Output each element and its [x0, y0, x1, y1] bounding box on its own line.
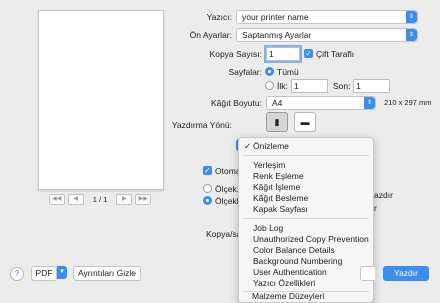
copies-field[interactable]: 1 [264, 45, 302, 63]
section-dropdown-menu: Önizleme Yerleşim Renk Eşleme Kâğıt İşle… [238, 137, 374, 303]
scale-to-fit-radio[interactable] [203, 196, 212, 205]
presets-label: Ön Ayarlar: [189, 30, 232, 40]
orientation-label: Yazdırma Yönü: [171, 120, 232, 130]
to-page-field[interactable]: 1 [353, 79, 390, 93]
pdf-button[interactable]: PDF [31, 266, 57, 281]
hide-details-button[interactable]: Ayrıntıları Gizle [73, 266, 141, 281]
chevron-updown-icon: ⇕ [406, 29, 417, 41]
portrait-person-icon: ▮ [274, 117, 280, 127]
menu-item-layout[interactable]: Yerleşim [253, 160, 285, 170]
portrait-orientation-button[interactable]: ▮ [266, 112, 288, 132]
scale-label: Ölçek: [215, 184, 240, 194]
to-label: Son: [333, 81, 351, 91]
paper-size-select[interactable]: A4 ⇕ [266, 96, 376, 110]
menu-item-paper-handling[interactable]: Kâğıt İşleme [253, 182, 300, 192]
menu-item-supply-levels[interactable]: Malzeme Düzeyleri [252, 292, 324, 301]
page-indicator: 1 / 1 [92, 194, 108, 204]
chevron-updown-icon: ⇕ [364, 97, 375, 109]
menu-item-user-authentication[interactable]: User Authentication [253, 267, 327, 277]
pages-all-label: Tümü [277, 67, 299, 77]
printer-value: your printer name [242, 12, 309, 22]
first-page-button[interactable]: ◀◀ [48, 193, 65, 205]
scale-radio[interactable] [203, 184, 212, 193]
chevron-down-icon[interactable]: ▼ [57, 266, 67, 279]
pages-range-radio[interactable] [265, 81, 274, 90]
page-preview [38, 10, 164, 190]
pages-all-radio[interactable] [265, 67, 274, 76]
chevron-updown-icon: ⇕ [406, 11, 417, 23]
menu-item-background-numbering[interactable]: Background Numbering [253, 256, 342, 266]
paper-dimensions: 210 x 297 mm [384, 98, 432, 107]
menu-item-cover-page[interactable]: Kapak Sayfası [253, 204, 308, 214]
menu-item-printer-features[interactable]: Yazıcı Özellikleri [253, 278, 315, 288]
double-sided-checkbox[interactable]: ✓ [304, 49, 313, 58]
pages-label: Sayfalar: [228, 67, 262, 77]
double-sided-label: Çift Taraflı [316, 49, 355, 59]
menu-separator [243, 218, 369, 219]
from-label: İlk: [277, 81, 288, 91]
landscape-orientation-button[interactable]: ▬ [294, 112, 316, 132]
menu-item-job-log[interactable]: Job Log [253, 223, 283, 233]
menu-separator [243, 155, 369, 156]
background-text-fragment: azdır [374, 190, 393, 200]
menu-item-color-matching[interactable]: Renk Eşleme [253, 171, 304, 181]
menu-item-paper-feed[interactable]: Kâğıt Besleme [253, 193, 308, 203]
print-button[interactable]: Yazdır [383, 266, 429, 281]
presets-select[interactable]: Saptanmış Ayarlar ⇕ [236, 28, 418, 42]
from-page-field[interactable]: 1 [291, 79, 328, 93]
landscape-person-icon: ▬ [300, 117, 310, 127]
presets-value: Saptanmış Ayarlar [242, 30, 312, 40]
menu-item-color-balance-details[interactable]: Color Balance Details [253, 245, 335, 255]
copies-label: Kopya Sayısı: [209, 49, 262, 59]
background-text-fragment: r [374, 203, 377, 213]
paper-size-value: A4 [272, 98, 283, 108]
cancel-button-partial[interactable] [360, 266, 375, 281]
help-button[interactable]: ? [10, 267, 24, 281]
page-navigator: ◀◀ ◀ 1 / 1 ▶ ▶▶ [38, 193, 162, 205]
printer-label: Yazıcı: [206, 12, 232, 22]
paper-size-label: Kâğıt Boyutu: [210, 98, 262, 108]
next-page-button[interactable]: ▶ [116, 193, 133, 205]
menu-item-preview[interactable]: Önizleme [244, 141, 289, 151]
auto-rotate-checkbox[interactable]: ✓ [203, 166, 212, 175]
last-page-button[interactable]: ▶▶ [135, 193, 152, 205]
previous-page-button[interactable]: ◀ [67, 193, 84, 205]
menu-item-unauthorized-copy-prevention[interactable]: Unauthorized Copy Prevention [253, 234, 369, 244]
printer-select[interactable]: your printer name ⇕ [236, 10, 418, 24]
